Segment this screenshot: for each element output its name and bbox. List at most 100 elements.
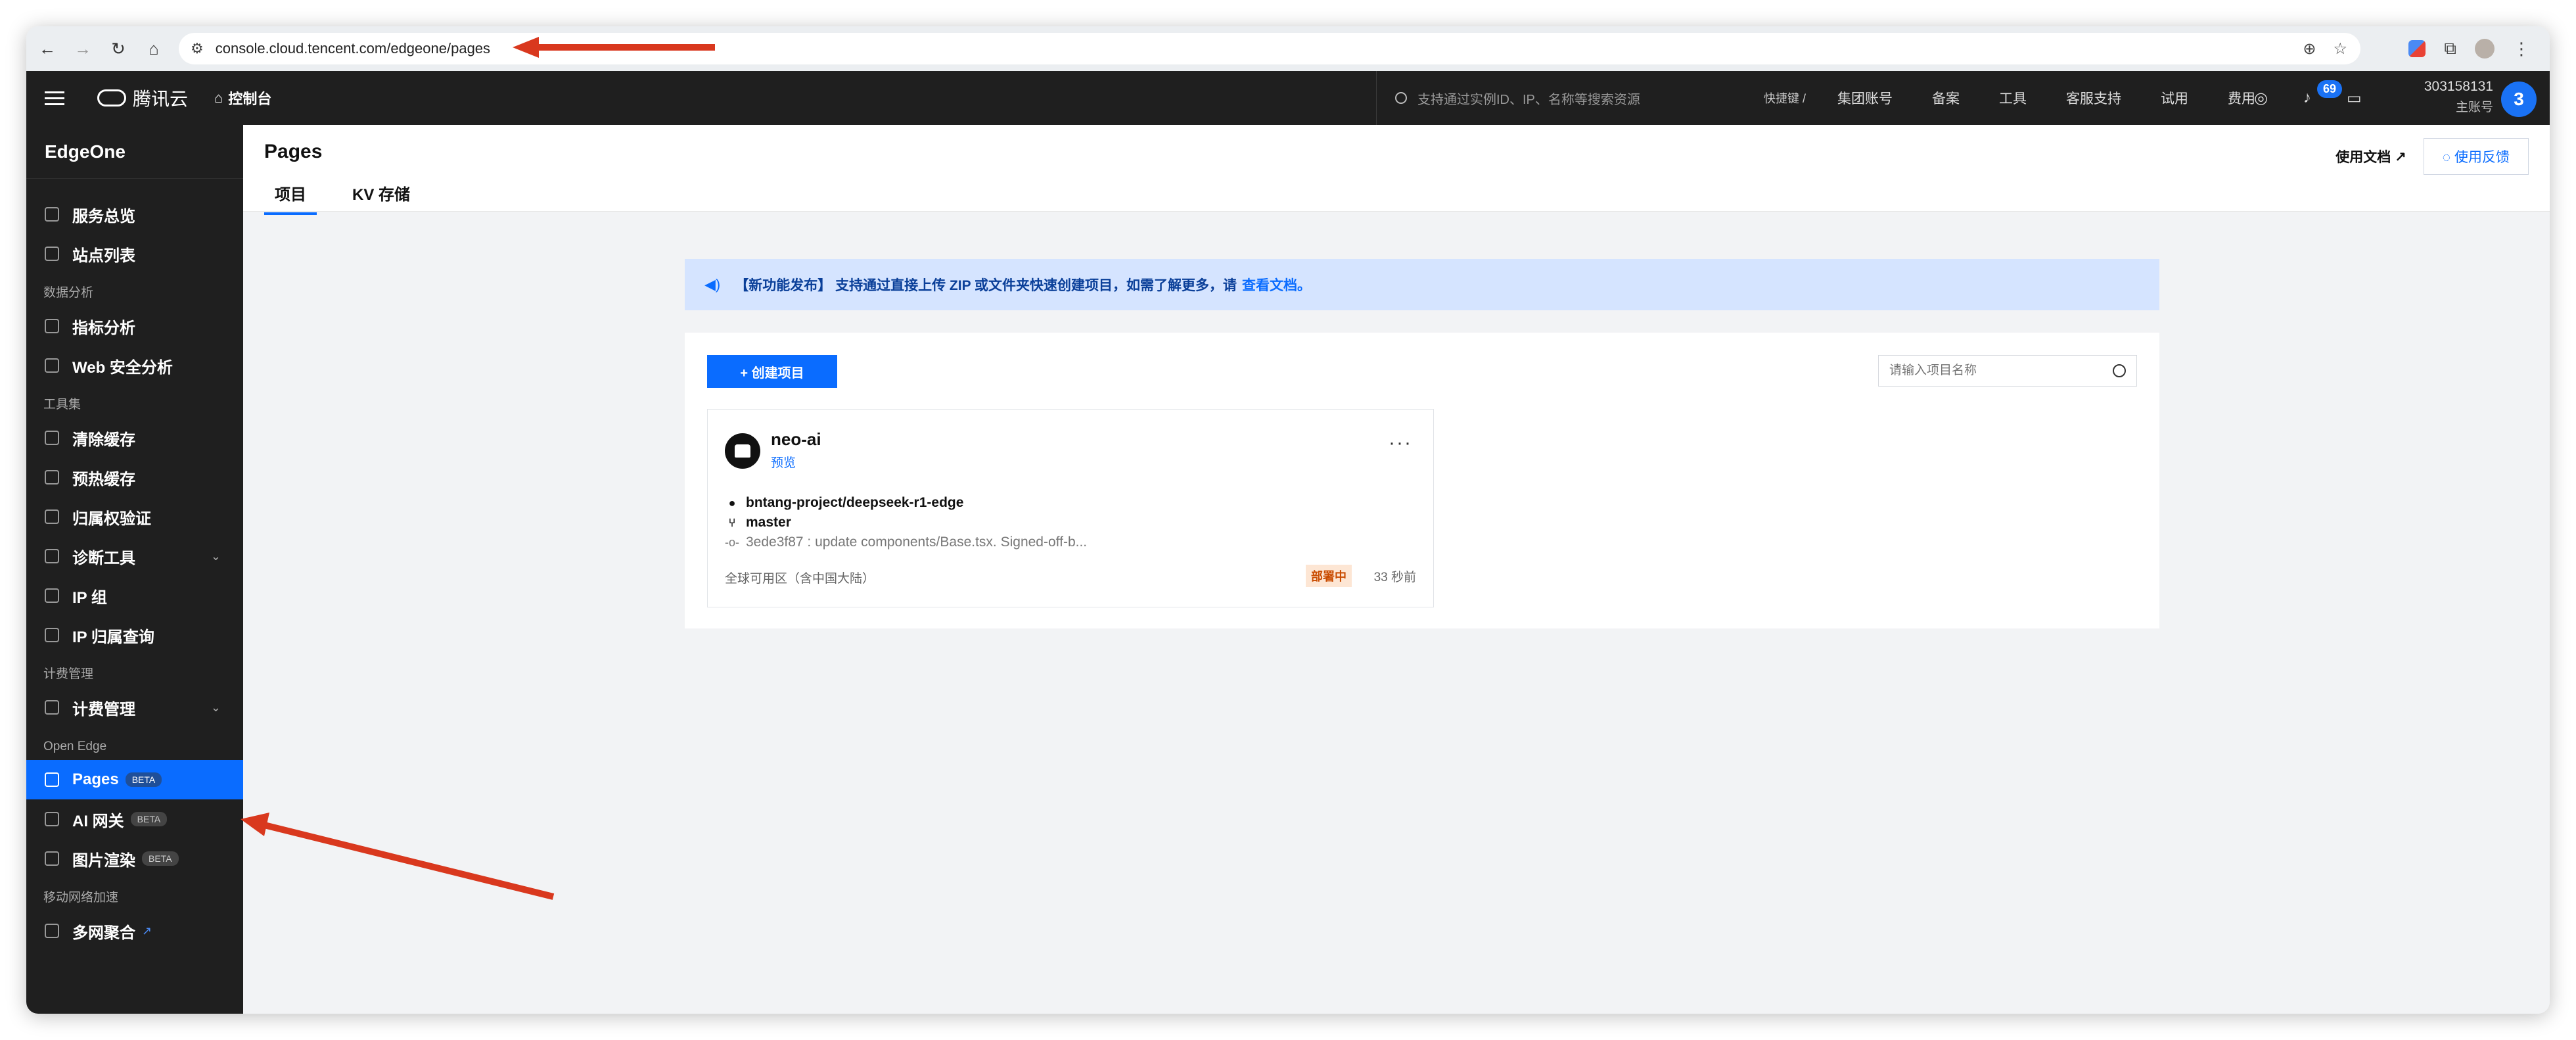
top-link[interactable]: 工具 — [1999, 88, 2027, 108]
sidebar-item[interactable]: IP 归属查询 — [26, 615, 243, 655]
tencent-cloud-logo[interactable]: 腾讯云 — [97, 85, 188, 111]
project-search[interactable] — [1878, 355, 2137, 387]
project-name[interactable]: neo-ai — [771, 429, 821, 450]
sidebar-group-label: 计费管理 — [43, 667, 94, 681]
page-header: Pages 项目 KV 存储 使用文档 ↗ ◌ 使用反馈 — [243, 125, 2550, 215]
sidebar-item-label: IP 归属查询 — [72, 628, 154, 646]
sidebar-item[interactable]: 预热缓存 — [26, 458, 243, 497]
search-icon[interactable] — [2113, 364, 2126, 377]
project-card[interactable]: neo-ai 预览 ··· ● bntang-project/deepseek-… — [707, 409, 1434, 607]
feedback-button[interactable]: ◌ 使用反馈 — [2423, 138, 2529, 175]
account-avatar[interactable]: 3 — [2501, 82, 2537, 117]
sidebar-group-label: 移动网络加速 — [43, 891, 119, 905]
sidebar-item[interactable]: 服务总览 — [26, 195, 243, 234]
console-link[interactable]: ⌂ 控制台 — [214, 87, 271, 108]
clear-cache-icon — [45, 431, 59, 445]
preview-link[interactable]: 预览 — [771, 453, 796, 471]
external-link-icon: ↗ — [142, 924, 152, 937]
top-link[interactable]: 试用 — [2161, 88, 2188, 108]
list-icon — [45, 247, 59, 261]
search-icon — [1395, 92, 1407, 104]
sidebar-group-label: 数据分析 — [43, 286, 94, 300]
profile-avatar[interactable] — [2475, 39, 2495, 59]
sidebar-item[interactable]: AI 网关 BETA — [26, 799, 243, 839]
sidebar-item[interactable]: IP 组 — [26, 576, 243, 615]
sidebar: EdgeOne 服务总览站点列表数据分析指标分析 Web 安全分析工具集清除缓存预… — [26, 125, 243, 1014]
pages-icon — [45, 772, 59, 787]
branch-icon: ⑂ — [728, 515, 736, 529]
browser-menu-icon[interactable]: ⋮ — [2513, 39, 2530, 59]
reload-button[interactable]: ↻ — [104, 34, 133, 63]
sidebar-item[interactable]: 指标分析 — [26, 306, 243, 346]
verify-icon — [45, 509, 59, 524]
billing-icon — [45, 700, 59, 715]
address-bar[interactable]: ⚙ console.cloud.tencent.com/edgeone/page… — [179, 33, 2360, 64]
sidebar-item[interactable]: Pages BETA — [26, 760, 243, 799]
create-project-button[interactable]: + 创建项目 — [707, 355, 837, 388]
multi-network-icon — [45, 924, 59, 938]
tab-kv-storage[interactable]: KV 存储 — [352, 181, 410, 215]
sidebar-item[interactable]: 计费管理 ⌄ — [26, 688, 243, 727]
ip-group-icon — [45, 588, 59, 603]
speaker-icon: ◀) — [704, 276, 721, 293]
home-button[interactable]: ⌂ — [139, 34, 168, 63]
top-link[interactable]: 客服支持 — [2066, 88, 2121, 108]
sidebar-item-label: 预热缓存 — [72, 470, 135, 488]
sidebar-item[interactable]: 归属权验证 — [26, 497, 243, 536]
top-link[interactable]: 集团账号 — [1837, 88, 1893, 108]
wallet-icon[interactable]: ▭ — [2347, 89, 2362, 108]
zoom-icon[interactable]: ⊕ — [2303, 39, 2316, 59]
diagnose-icon — [45, 549, 59, 563]
beta-badge: BETA — [130, 812, 168, 826]
more-icon[interactable]: ··· — [1389, 432, 1412, 454]
sidebar-item[interactable]: 诊断工具 ⌄ — [26, 536, 243, 576]
image-render-icon — [45, 851, 59, 866]
extensions-puzzle-icon[interactable]: ⧉ — [2444, 38, 2456, 59]
url-text: console.cloud.tencent.com/edgeone/pages — [215, 40, 491, 57]
bookmark-star-icon[interactable]: ☆ — [2333, 39, 2347, 59]
sidebar-item-label: 服务总览 — [72, 207, 135, 225]
site-info-icon[interactable]: ⚙ — [191, 40, 204, 57]
branch-name: master — [746, 515, 791, 530]
sidebar-item[interactable]: 清除缓存 — [26, 418, 243, 458]
back-button[interactable]: ← — [33, 34, 62, 63]
sidebar-group-label: 工具集 — [43, 398, 81, 412]
browser-toolbar: ← → ↻ ⌂ ⚙ console.cloud.tencent.com/edge… — [26, 26, 2550, 71]
compass-icon[interactable]: ◎ — [2254, 89, 2268, 108]
grid-icon — [45, 207, 59, 222]
sidebar-title: EdgeOne — [26, 125, 243, 179]
chevron-down-icon[interactable]: ⌄ — [211, 701, 221, 715]
home-icon: ⌂ — [214, 89, 223, 106]
bell-icon[interactable]: ♪ — [2303, 89, 2311, 107]
status-badge: 部署中 — [1306, 565, 1352, 587]
ai-gateway-icon — [45, 812, 59, 826]
console-topbar: 腾讯云 ⌂ 控制台 支持通过实例ID、IP、名称等搜索资源 快捷键 / 集团账号… — [26, 71, 2550, 125]
forward-button[interactable]: → — [68, 34, 97, 63]
sidebar-item[interactable]: 多网聚合 ↗ — [26, 911, 243, 951]
sidebar-item-label: 指标分析 — [72, 319, 135, 337]
docs-link[interactable]: 使用文档 ↗ — [2335, 147, 2406, 166]
global-search[interactable]: 支持通过实例ID、IP、名称等搜索资源 快捷键 / — [1376, 71, 1829, 125]
page-title: Pages — [264, 141, 323, 162]
region-text: 全球可用区（含中国大陆） — [725, 572, 875, 586]
tab-projects[interactable]: 项目 — [264, 181, 317, 215]
sidebar-item[interactable]: 站点列表 — [26, 234, 243, 273]
sidebar-item[interactable]: Web 安全分析 — [26, 346, 243, 385]
top-link[interactable]: 费用 — [2228, 88, 2255, 108]
notice-banner: ◀) 【新功能发布】 支持通过直接上传 ZIP 或文件夹快速创建项目，如需了解更… — [685, 259, 2159, 310]
extension-icon[interactable] — [2408, 40, 2426, 57]
chart-icon — [45, 319, 59, 333]
sidebar-item[interactable]: 图片渲染 BETA — [26, 839, 243, 878]
view-docs-link[interactable]: 查看文档。 — [1242, 275, 1311, 295]
sidebar-item-label: AI 网关 — [72, 812, 124, 830]
sidebar-item-label: 多网聚合 — [72, 924, 135, 942]
sidebar-list: 服务总览站点列表数据分析指标分析 Web 安全分析工具集清除缓存预热缓存归属权验证… — [26, 179, 243, 951]
repo-name[interactable]: bntang-project/deepseek-r1-edge — [746, 495, 963, 511]
project-search-input[interactable] — [1889, 364, 2100, 378]
commit-icon: -o- — [725, 535, 739, 549]
account-info[interactable]: 303158131 主账号 — [2414, 79, 2493, 115]
top-link[interactable]: 备案 — [1932, 88, 1960, 108]
chevron-down-icon[interactable]: ⌄ — [211, 550, 221, 563]
beta-badge: BETA — [125, 772, 162, 787]
menu-icon[interactable] — [45, 87, 64, 109]
